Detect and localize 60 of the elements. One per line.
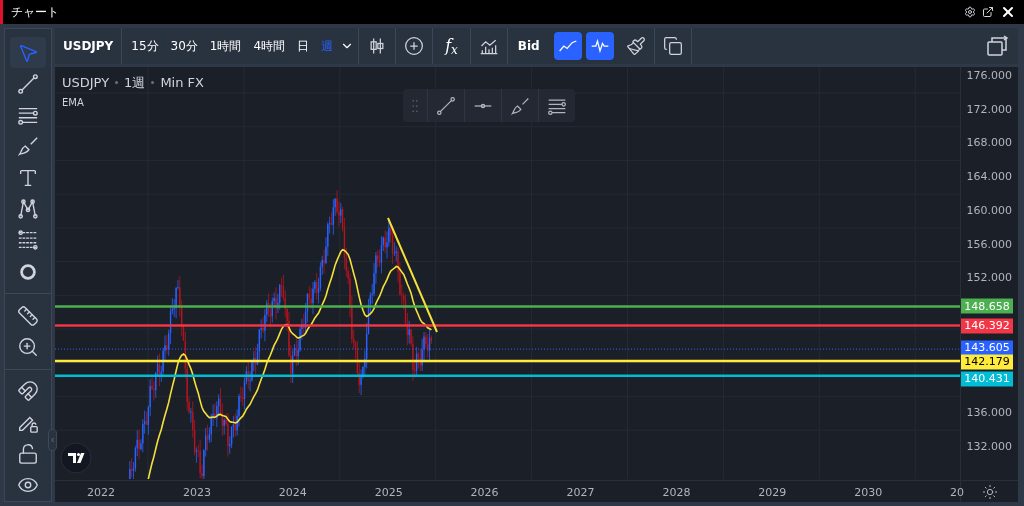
year-label: 2022 [87, 485, 115, 501]
price-tick: 152.000 [966, 270, 1012, 287]
logo-icon [60, 442, 92, 474]
zoom-in-icon [17, 336, 39, 359]
line-tool-icon [436, 95, 456, 116]
copy-icon[interactable] [662, 36, 683, 56]
symbol-label[interactable]: USDJPY [55, 37, 122, 55]
year-label: 20 [950, 485, 965, 501]
price-tick: 156.000 [966, 236, 1012, 253]
ruler-icon [17, 304, 39, 327]
add-icon[interactable] [404, 36, 425, 56]
external-link-icon[interactable] [982, 6, 994, 18]
indicators-button[interactable]: f$_{x}$ [433, 34, 470, 58]
price-label: 146.392 [961, 318, 1013, 334]
interval-tab[interactable]: 日 [292, 33, 315, 59]
brush-icon [17, 135, 39, 158]
paintbrush-icon[interactable] [625, 36, 646, 56]
toggle-button[interactable] [585, 32, 614, 60]
price-label: 142.179 [961, 354, 1013, 370]
drag-handle-icon[interactable] [411, 98, 419, 113]
price-tick: 132.000 [966, 438, 1012, 455]
interval-tab[interactable]: 30分 [165, 33, 203, 59]
interval-tab[interactable]: 15分 [126, 33, 164, 59]
settings-icon[interactable] [981, 483, 998, 500]
year-label: 2029 [758, 485, 787, 501]
price-tick: 160.000 [966, 202, 1012, 219]
price-tick: 172.000 [966, 101, 1012, 118]
year-label: 2026 [470, 485, 499, 501]
year-label: 2023 [182, 485, 211, 501]
price-tick: 164.000 [966, 168, 1012, 185]
fib-levels-icon [17, 229, 39, 252]
unlock-icon [17, 443, 39, 465]
magnet-icon [17, 380, 39, 403]
indicator-label: EMA [62, 96, 84, 110]
price-label: 143.605 [961, 340, 1013, 356]
layout-icon[interactable] [986, 34, 1010, 58]
price-label: 148.658 [961, 299, 1013, 314]
legend-interval: 1週 [124, 74, 146, 92]
price-label: 140.431 [961, 371, 1013, 387]
year-label: 2025 [374, 485, 403, 501]
interval-tab[interactable]: 4時間 [248, 33, 291, 59]
window-title: チャート [11, 4, 59, 21]
year-label: 2027 [566, 485, 595, 501]
year-label: 2028 [662, 485, 691, 501]
brush-icon [510, 95, 530, 116]
close-icon[interactable] [1000, 4, 1016, 20]
price-tick: 168.000 [966, 135, 1012, 152]
settings-icon[interactable] [964, 6, 976, 18]
price-source-button[interactable]: Bid [507, 37, 550, 55]
line-tool-icon [17, 72, 39, 95]
year-label: 2030 [854, 485, 883, 501]
interval-tab[interactable]: 1時間 [204, 33, 247, 59]
legend-source: Min FX [160, 74, 204, 92]
chart-area[interactable]: USDJPY 1週 Min FX EMA [55, 67, 960, 479]
price-tick: 136.000 [966, 404, 1012, 421]
toggle-button[interactable] [553, 32, 582, 60]
legend-symbol: USDJPY [62, 74, 110, 92]
pattern-icon [17, 198, 39, 221]
price-tick: 176.000 [966, 67, 1012, 84]
year-label: 2024 [278, 485, 307, 501]
